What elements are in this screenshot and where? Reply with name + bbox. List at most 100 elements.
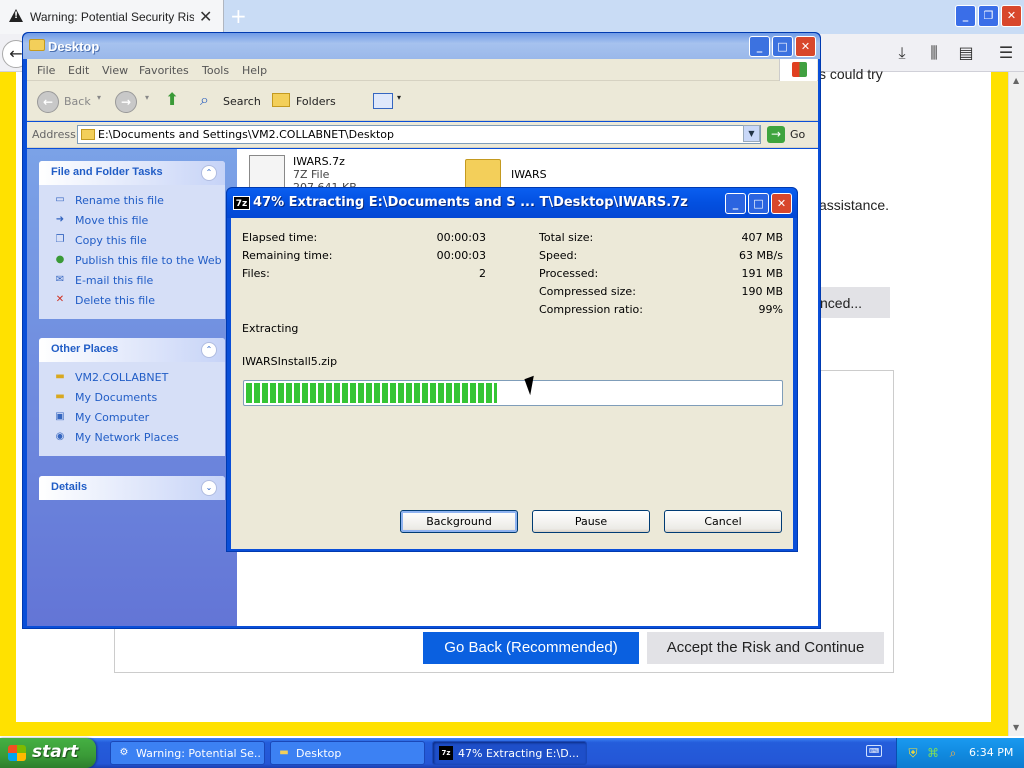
up-folder-icon[interactable]: ⬆: [165, 90, 179, 110]
taskbar-item-extracting[interactable]: 7z 47% Extracting E:\D...: [432, 741, 587, 765]
firefox-tab-security-warning[interactable]: Warning: Potential Security Risk Ahead ✕: [0, 0, 224, 34]
folders-button[interactable]: Folders: [296, 95, 336, 108]
network-icon[interactable]: ⌘: [925, 745, 941, 761]
menu-icon[interactable]: ☰: [996, 43, 1016, 63]
place-my-documents[interactable]: ▬ My Documents: [39, 388, 225, 408]
extraction-progress-bar: [243, 380, 783, 406]
dialog-close-button[interactable]: ✕: [771, 193, 792, 214]
file-type: 7Z File: [293, 168, 330, 181]
menu-edit[interactable]: Edit: [68, 64, 89, 77]
new-tab-icon[interactable]: +: [230, 4, 247, 28]
back-button[interactable]: Back: [64, 95, 91, 108]
dialog-minimize-button[interactable]: _: [725, 193, 746, 214]
folders-icon: [272, 93, 290, 107]
task-publish[interactable]: ● Publish this file to the Web: [39, 251, 225, 271]
explorer-menu-bar: File Edit View Favorites Tools Help: [27, 59, 818, 81]
expand-icon[interactable]: ⌄: [201, 480, 217, 496]
explorer-minimize-button[interactable]: _: [749, 36, 770, 57]
dialog-body: Elapsed time: 00:00:03 Remaining time: 0…: [231, 218, 793, 549]
collapse-icon[interactable]: ⌃: [201, 342, 217, 358]
dialog-maximize-button[interactable]: □: [748, 193, 769, 214]
views-icon[interactable]: [373, 93, 393, 109]
explorer-close-button[interactable]: ✕: [795, 36, 816, 57]
back-dropdown-icon[interactable]: ▾: [97, 93, 101, 102]
address-label: Address: [32, 128, 76, 141]
download-icon[interactable]: ⤓: [892, 43, 912, 63]
file-name[interactable]: IWARS.7z: [293, 155, 345, 168]
explorer-title: Desktop: [48, 39, 100, 54]
sidebar-icon[interactable]: ▤: [956, 43, 976, 63]
file-folder-tasks-header[interactable]: File and Folder Tasks ⌃: [39, 161, 225, 185]
task-copy[interactable]: ❐ Copy this file: [39, 231, 225, 251]
forward-arrow-icon[interactable]: →: [115, 91, 137, 113]
firefox-close-button[interactable]: ✕: [1001, 5, 1022, 27]
search-tray-icon[interactable]: ⌕: [945, 745, 961, 761]
system-tray: ⛨ ⌘ ⌕ 6:34 PM: [896, 738, 1024, 768]
scroll-down-icon[interactable]: ▼: [1013, 723, 1019, 732]
taskbar-item-firefox[interactable]: ⚙ Warning: Potential Se...: [110, 741, 265, 765]
archive-file-icon[interactable]: [249, 155, 285, 189]
folder-name[interactable]: IWARS: [511, 168, 547, 181]
panel-title: File and Folder Tasks: [51, 166, 163, 178]
taskbar-item-desktop[interactable]: ▬ Desktop: [270, 741, 425, 765]
forward-dropdown-icon[interactable]: ▾: [145, 93, 149, 102]
task-move[interactable]: ➜ Move this file: [39, 211, 225, 231]
task-rename[interactable]: ▭ Rename this file: [39, 191, 225, 211]
scroll-up-icon[interactable]: ▲: [1013, 76, 1019, 85]
details-header[interactable]: Details ⌄: [39, 476, 225, 500]
folder-icon: ▬: [279, 747, 289, 758]
task-pane: File and Folder Tasks ⌃ ▭ Rename this fil…: [27, 149, 237, 626]
rename-icon: ▭: [55, 194, 65, 205]
address-input[interactable]: E:\Documents and Settings\VM2.COLLABNET\…: [77, 125, 761, 144]
address-dropdown-icon[interactable]: ▼: [743, 125, 760, 142]
accept-risk-button[interactable]: Accept the Risk and Continue: [647, 632, 884, 664]
menu-help[interactable]: Help: [242, 64, 267, 77]
close-tab-icon[interactable]: ✕: [199, 7, 212, 26]
menu-favorites[interactable]: Favorites: [139, 64, 189, 77]
security-shield-icon[interactable]: ⛨: [905, 745, 921, 761]
task-email[interactable]: ✉ E-mail this file: [39, 271, 225, 291]
firefox-minimize-button[interactable]: _: [955, 5, 976, 27]
warning-icon: [9, 9, 23, 22]
search-button[interactable]: Search: [223, 95, 261, 108]
dialog-title-bar[interactable]: 7z 47% Extracting E:\Documents and S ...…: [227, 188, 797, 218]
dialog-title: 47% Extracting E:\Documents and S ... T\…: [253, 195, 688, 210]
go-arrow-icon[interactable]: →: [767, 126, 785, 143]
file-folder-tasks-panel: File and Folder Tasks ⌃ ▭ Rename this fil…: [39, 161, 225, 319]
explorer-title-bar[interactable]: Desktop _ □ ✕: [23, 33, 820, 59]
files-label: Files:: [242, 267, 270, 280]
menu-tools[interactable]: Tools: [202, 64, 229, 77]
explorer-maximize-button[interactable]: □: [772, 36, 793, 57]
task-delete[interactable]: ✕ Delete this file: [39, 291, 225, 311]
library-icon[interactable]: ⫼: [924, 43, 944, 63]
go-back-button[interactable]: Go Back (Recommended): [423, 632, 639, 664]
firefox-restore-button[interactable]: ❐: [978, 5, 999, 27]
views-dropdown-icon[interactable]: ▾: [397, 93, 401, 102]
background-button[interactable]: Background: [400, 510, 518, 533]
go-button[interactable]: Go: [790, 128, 805, 141]
address-bar: Address E:\Documents and Settings\VM2.CO…: [27, 122, 818, 148]
keyboard-icon[interactable]: ⌨: [866, 745, 882, 757]
explorer-toolbar: ← Back ▾ → ▾ ⬆ ⌕ Search Folders ▾: [27, 81, 818, 121]
cancel-button[interactable]: Cancel: [664, 510, 782, 533]
place-my-computer[interactable]: ▣ My Computer: [39, 408, 225, 428]
menu-view[interactable]: View: [102, 64, 128, 77]
firefox-icon: ⚙: [119, 747, 129, 758]
windows-flag-icon: [792, 62, 807, 77]
folder-icon[interactable]: [465, 159, 501, 189]
speed-value: 63 MB/s: [739, 249, 783, 262]
place-my-network-places[interactable]: ◉ My Network Places: [39, 428, 225, 448]
menu-file[interactable]: File: [37, 64, 55, 77]
start-button[interactable]: start: [0, 738, 96, 768]
other-places-header[interactable]: Other Places ⌃: [39, 338, 225, 362]
network-icon: ◉: [55, 431, 65, 442]
advanced-button[interactable]: nced...: [818, 287, 890, 318]
folder-icon: [29, 39, 45, 51]
back-arrow-icon[interactable]: ←: [37, 91, 59, 113]
firefox-scrollbar[interactable]: ▲ ▼: [1008, 72, 1024, 736]
sevenzip-icon: 7z: [439, 746, 453, 760]
place-vm2-collabnet[interactable]: ▬ VM2.COLLABNET: [39, 368, 225, 388]
collapse-icon[interactable]: ⌃: [201, 165, 217, 181]
pause-button[interactable]: Pause: [532, 510, 650, 533]
processed-label: Processed:: [539, 267, 599, 280]
